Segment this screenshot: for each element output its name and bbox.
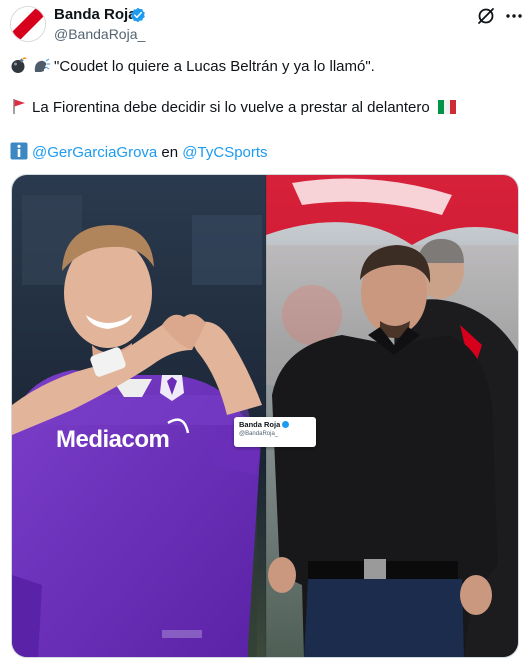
tweet-line-quote: "Coudet lo quiere a Lucas Beltrán y ya l… bbox=[10, 56, 375, 77]
speaking-head-emoji bbox=[34, 58, 50, 72]
tweet-fiorentina-text: La Fiorentina debe decidir si lo vuelve … bbox=[32, 99, 430, 116]
tweet-line-fiorentina: La Fiorentina debe decidir si lo vuelve … bbox=[10, 97, 460, 118]
author-handle[interactable]: @BandaRoja_ bbox=[54, 26, 145, 42]
tweet-media-image[interactable]: Mediacom Banda Roja @BandaRoja_ bbox=[11, 174, 519, 658]
tweet-line-source: @GerGarciaGrova en @TyCSports bbox=[10, 142, 268, 163]
mention-gergarciagrova[interactable]: @GerGarciaGrova bbox=[32, 144, 157, 161]
media-watermark-card: Banda Roja @BandaRoja_ bbox=[234, 417, 316, 447]
watermark-verified-icon bbox=[282, 421, 290, 428]
triangular-flag-emoji bbox=[13, 99, 25, 114]
author-name[interactable]: Banda Roja bbox=[54, 6, 137, 24]
watermark-name: Banda Roja bbox=[239, 420, 311, 430]
mention-tycsports[interactable]: @TyCSports bbox=[182, 144, 267, 161]
italy-flag-emoji bbox=[437, 100, 456, 114]
river-plate-avatar-icon bbox=[11, 7, 45, 41]
source-connector: en bbox=[157, 144, 183, 161]
tweet-quote-text: "Coudet lo quiere a Lucas Beltrán y ya l… bbox=[54, 58, 375, 75]
author-avatar[interactable] bbox=[10, 6, 46, 42]
jersey-sponsor-text: Mediacom bbox=[56, 426, 169, 453]
tweet-card[interactable]: Banda Roja @BandaRoja_ "Coudet lo quiere… bbox=[0, 0, 530, 658]
watermark-handle: @BandaRoja_ bbox=[239, 431, 279, 437]
verified-badge-icon bbox=[131, 7, 145, 23]
more-options-icon[interactable] bbox=[504, 6, 524, 26]
information-emoji bbox=[10, 142, 28, 160]
grok-icon[interactable] bbox=[476, 6, 496, 26]
bomb-emoji bbox=[11, 57, 27, 73]
